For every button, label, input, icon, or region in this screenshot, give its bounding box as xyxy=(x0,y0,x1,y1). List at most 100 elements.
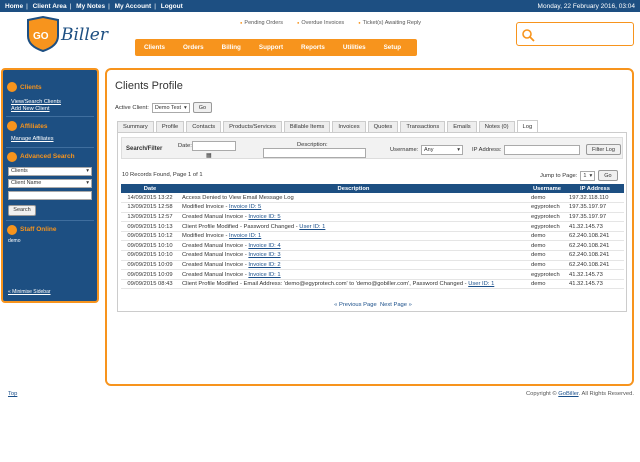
chevron-down-icon: ▾ xyxy=(589,172,593,179)
tab-billable-items[interactable]: Billable Items xyxy=(283,121,331,132)
log-entry-link[interactable]: Invoice ID: 2 xyxy=(248,262,280,268)
date-input[interactable] xyxy=(192,141,236,151)
footer: Top Copyright © GoBiller. All Rights Res… xyxy=(8,391,634,397)
previous-page-link[interactable]: « Previous Page xyxy=(334,302,377,308)
separator: | xyxy=(26,2,28,10)
pending-orders-link[interactable]: Pending Orders xyxy=(240,20,283,26)
search-input[interactable] xyxy=(516,22,634,46)
active-client-select[interactable]: Demo Test ▾ xyxy=(151,102,190,113)
nav-orders[interactable]: Orders xyxy=(174,39,213,56)
home-link[interactable]: Home xyxy=(5,3,23,10)
col-username[interactable]: Username xyxy=(528,184,566,193)
clients-icon xyxy=(7,82,17,92)
cell-username: demo xyxy=(528,279,566,290)
manage-affiliates-link[interactable]: Manage Affiliates xyxy=(11,136,97,143)
cell-date: 14/09/2015 13:22 xyxy=(121,193,179,204)
log-entry-link[interactable]: Invoice ID: 4 xyxy=(248,243,280,249)
top-link[interactable]: Top xyxy=(8,391,17,397)
tab-emails[interactable]: Emails xyxy=(447,121,477,132)
divider xyxy=(6,116,94,117)
nav-billing[interactable]: Billing xyxy=(213,39,250,56)
gobiller-link[interactable]: GoBiller xyxy=(558,391,578,397)
description-text: Client Profile Modified - Email Address:… xyxy=(182,281,469,288)
my-account-link[interactable]: My Account xyxy=(115,3,152,10)
log-entry-link[interactable]: Invoice ID: 3 xyxy=(248,252,280,258)
cell-date: 09/09/2015 10:09 xyxy=(121,260,179,271)
tab-summary[interactable]: Summary xyxy=(117,121,154,132)
nav-clients[interactable]: Clients xyxy=(135,39,174,56)
log-entry-link[interactable]: User ID: 1 xyxy=(299,224,325,230)
log-entry-link[interactable]: Invoice ID: 1 xyxy=(248,272,280,278)
page-select-value: 1 xyxy=(583,172,587,179)
col-description[interactable]: Description xyxy=(179,184,528,193)
logo-biller-text: Biller xyxy=(60,25,109,45)
adv-search-type-select[interactable]: Clients ▾ xyxy=(8,166,92,176)
adv-select-value: Client Name xyxy=(11,180,42,186)
cell-date: 09/09/2015 10:13 xyxy=(121,221,179,232)
cell-date: 13/09/2015 12:58 xyxy=(121,202,179,213)
page-select[interactable]: 1 ▾ xyxy=(580,170,596,181)
adv-search-field-select[interactable]: Client Name ▾ xyxy=(8,178,92,188)
next-page-link[interactable]: Next Page » xyxy=(380,302,412,308)
my-notes-link[interactable]: My Notes xyxy=(76,3,105,10)
table-header-row: Date Description Username IP Address xyxy=(121,184,624,193)
username-select[interactable]: Any ▾ xyxy=(421,145,463,155)
username-label: Username: xyxy=(390,147,419,153)
log-entry-link[interactable]: User ID: 1 xyxy=(468,281,494,287)
gobiller-logo[interactable]: GO Biller xyxy=(25,15,130,53)
tab-quotes[interactable]: Quotes xyxy=(367,121,399,132)
nav-support[interactable]: Support xyxy=(250,39,292,56)
page-title: Clients Profile xyxy=(115,80,183,92)
tab-invoices[interactable]: Invoices xyxy=(332,121,366,132)
adv-search-button[interactable]: Search xyxy=(8,204,36,216)
cell-description: Created Manual Invoice - Invoice ID: 4 xyxy=(179,240,528,252)
description-text: Access Denied to View Email Message Log xyxy=(182,194,294,201)
cell-ip-address: 197.32.118.110 xyxy=(566,193,624,204)
active-client-go-button[interactable]: Go xyxy=(192,102,213,113)
active-client-label: Active Client: xyxy=(115,104,149,111)
table-row: 09/09/2015 10:10 Created Manual Invoice -… xyxy=(121,240,624,252)
description-input[interactable] xyxy=(263,148,366,158)
cell-username: demo xyxy=(528,250,566,261)
col-ip-address[interactable]: IP Address xyxy=(566,184,624,193)
cell-description: Created Manual Invoice - Invoice ID: 1 xyxy=(179,269,528,280)
records-found: 10 Records Found, Page 1 of 1 xyxy=(122,172,203,178)
cell-ip-address: 41.32.145.73 xyxy=(566,279,624,290)
description-text: Client Profile Modified - Password Chang… xyxy=(182,223,300,230)
log-entry-link[interactable]: Invoice ID: 1 xyxy=(229,233,261,239)
nav-setup[interactable]: Setup xyxy=(375,39,411,56)
staff-icon xyxy=(7,224,17,235)
nav-reports[interactable]: Reports xyxy=(292,39,334,56)
overdue-invoices-link[interactable]: Overdue Invoices xyxy=(297,20,344,26)
tab-transactions[interactable]: Transactions xyxy=(400,121,446,132)
tab-contacts[interactable]: Contacts xyxy=(186,121,222,132)
client-area-link[interactable]: Client Area xyxy=(33,3,67,10)
description-text: Created Manual Invoice - xyxy=(182,242,249,249)
minimise-sidebar-link[interactable]: « Minimise Sidebar xyxy=(8,289,51,295)
logout-link[interactable]: Logout xyxy=(161,3,183,10)
tab-products-services[interactable]: Products/Services xyxy=(223,121,282,132)
table-row: 09/09/2015 10:09 Created Manual Invoice -… xyxy=(121,269,624,280)
log-entry-link[interactable]: Invoice ID: 5 xyxy=(229,204,261,210)
tickets-awaiting-link[interactable]: Ticket(s) Awaiting Reply xyxy=(358,20,421,26)
tab-log[interactable]: Log xyxy=(516,120,539,132)
cell-description: Created Manual Invoice - Invoice ID: 2 xyxy=(179,260,528,271)
tab-profile[interactable]: Profile xyxy=(155,121,185,132)
tab-notes[interactable]: Notes (0) xyxy=(478,121,515,132)
add-new-client-link[interactable]: Add New Client xyxy=(11,106,97,113)
jump-to-page: Jump to Page: 1 ▾ Go xyxy=(540,170,618,181)
adv-search-input[interactable] xyxy=(8,190,92,200)
jump-label: Jump to Page: xyxy=(540,172,578,179)
filter-log-button[interactable]: Filter Log xyxy=(586,144,621,155)
cell-description: Client Profile Modified - Password Chang… xyxy=(179,221,528,232)
calendar-icon[interactable]: ▦ xyxy=(206,152,212,159)
cell-ip-address: 197.35.197.97 xyxy=(566,202,624,213)
nav-utilities[interactable]: Utilities xyxy=(334,39,375,56)
description-text: Modified Invoice - xyxy=(182,204,230,211)
search-filter-bar: Search/Filter Date: ▦ Description: Usern… xyxy=(121,137,623,159)
col-date[interactable]: Date xyxy=(121,184,179,193)
log-entry-link[interactable]: Invoice ID: 5 xyxy=(248,214,280,220)
cell-username: demo xyxy=(528,260,566,271)
jump-go-button[interactable]: Go xyxy=(598,170,618,181)
ip-address-input[interactable] xyxy=(504,145,580,155)
